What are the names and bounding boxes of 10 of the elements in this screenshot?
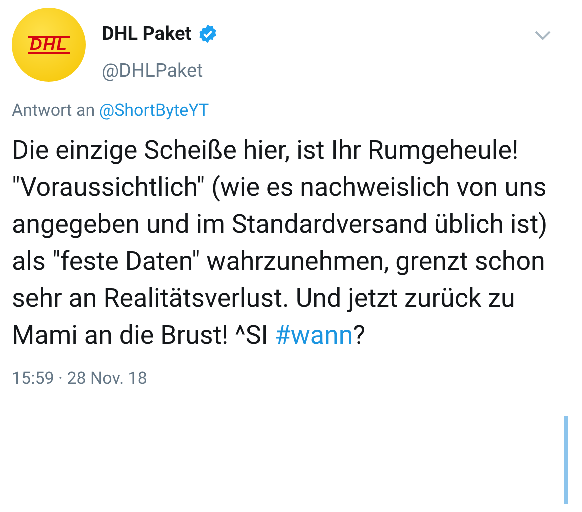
tweet-text: Die einzige Scheiße hier, ist Ihr Rumgeheule! "Voraussichtlich" (wie es nachweislich von uns angegeben und im Standardversand üblich ist) als "feste Daten" wahrzunehmen, grenzt schon sehr an Realitätsverlust. Und jetzt zurück zu Mami an die Brust! ^SI #wann?	[12, 134, 549, 352]
chevron-down-icon[interactable]	[534, 30, 552, 42]
logo-text: DHL	[28, 36, 70, 54]
avatar[interactable]: DHL	[12, 8, 86, 82]
reply-label: Antwort an	[12, 101, 96, 121]
author-name[interactable]: DHL Paket	[102, 20, 192, 48]
timestamp: 15:59 · 28 Nov. 18	[12, 368, 148, 390]
hashtag-link[interactable]: #wann	[274, 320, 354, 350]
author-handle[interactable]: @DHLPaket	[102, 56, 534, 85]
reply-handle-link[interactable]: @ShortByteYT	[99, 101, 210, 121]
